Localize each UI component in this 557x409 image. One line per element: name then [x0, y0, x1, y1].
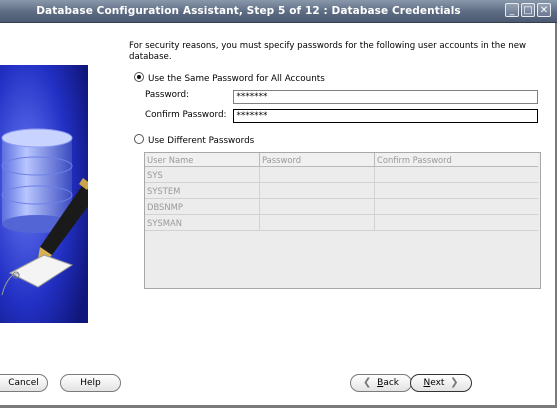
different-passwords-option[interactable]: Use Different Passwords [134, 134, 254, 147]
cell-password [259, 182, 375, 199]
cell-user: SYSMAN [145, 214, 260, 231]
table-row: DBSNMP [145, 198, 538, 215]
cell-confirm [374, 166, 538, 183]
back-button[interactable]: ❮ Back [350, 374, 412, 392]
close-button[interactable]: ✕ [537, 3, 551, 17]
intro-text: For security reasons, you must specify p… [129, 41, 527, 62]
cell-user: DBSNMP [145, 198, 260, 215]
dbca-window: Database Configuration Assistant, Step 5… [0, 0, 557, 409]
cell-user: SYS [145, 166, 260, 183]
password-field[interactable]: ******* [233, 90, 538, 104]
column-password: Password [259, 153, 375, 167]
minimize-button[interactable]: _ [505, 3, 519, 17]
database-illustration [0, 65, 88, 323]
next-label: ext [430, 378, 445, 388]
same-password-option[interactable]: Use the Same Password for All Accounts [134, 72, 325, 85]
cell-user: SYSTEM [145, 182, 260, 199]
confirm-password-label: Confirm Password: [145, 110, 227, 120]
table-header-row: User Name Password Confirm Password [145, 153, 538, 167]
table-row: SYSTEM [145, 182, 538, 199]
cell-confirm [374, 198, 538, 215]
user-password-table: User Name Password Confirm Password SYS … [144, 152, 541, 289]
help-button[interactable]: Help [60, 374, 121, 392]
confirm-password-field[interactable]: ******* [233, 109, 538, 123]
column-confirm-password: Confirm Password [374, 153, 538, 167]
maximize-button[interactable]: □ [521, 3, 535, 17]
window-title: Database Configuration Assistant, Step 5… [36, 5, 461, 17]
password-label: Password: [145, 90, 190, 100]
cell-confirm [374, 182, 538, 199]
chevron-left-icon: ❮ [363, 377, 372, 388]
same-password-label: Use the Same Password for All Accounts [148, 74, 325, 84]
cell-password [259, 214, 375, 231]
chevron-right-icon: ❯ [450, 377, 459, 388]
back-label: ack [383, 378, 399, 388]
cell-confirm [374, 214, 538, 231]
table-row: SYSMAN [145, 214, 538, 231]
window-titlebar[interactable]: Database Configuration Assistant, Step 5… [0, 0, 557, 23]
column-user-name: User Name [145, 153, 260, 167]
next-button[interactable]: Next ❯ [410, 374, 472, 392]
table-row: SYS [145, 166, 538, 183]
different-passwords-label: Use Different Passwords [148, 136, 255, 146]
cell-password [259, 198, 375, 215]
different-passwords-radio[interactable] [134, 134, 144, 144]
cancel-button[interactable]: Cancel [0, 374, 48, 392]
same-password-radio[interactable] [134, 72, 144, 82]
cell-password [259, 166, 375, 183]
